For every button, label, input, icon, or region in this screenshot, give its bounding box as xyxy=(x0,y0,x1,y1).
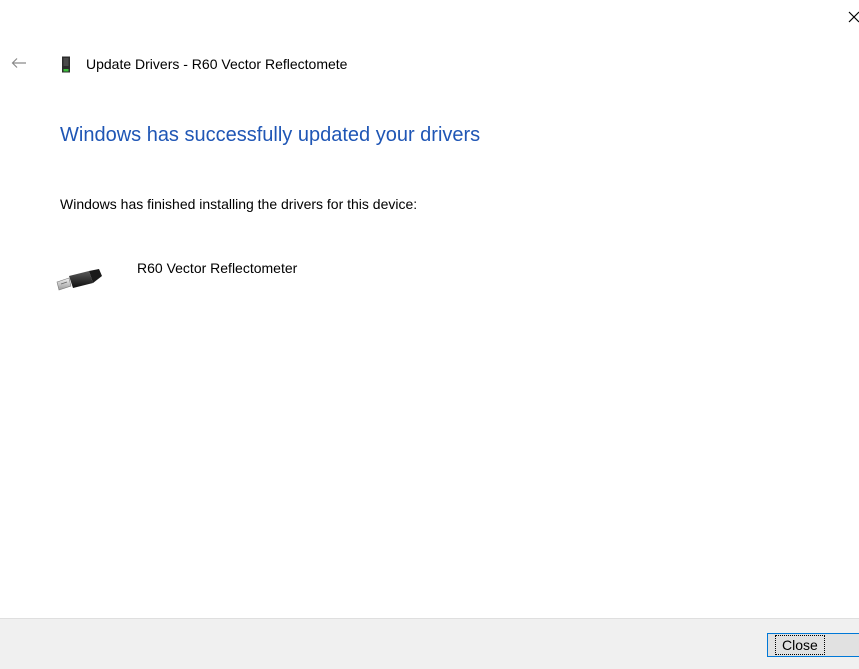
window-close-button[interactable] xyxy=(843,6,859,28)
close-icon xyxy=(848,11,859,23)
usb-plug-icon xyxy=(56,269,102,291)
device-name: R60 Vector Reflectometer xyxy=(137,260,298,276)
description-text: Windows has finished installing the driv… xyxy=(60,196,418,212)
page-title: Windows has successfully updated your dr… xyxy=(60,124,481,146)
back-button[interactable] xyxy=(9,55,29,71)
close-button[interactable]: Close xyxy=(767,633,859,657)
device-manager-icon xyxy=(60,55,72,73)
footer-bar: Close xyxy=(0,618,859,669)
back-arrow-icon xyxy=(11,58,26,68)
close-button-label: Close xyxy=(775,635,825,655)
device-item: R60 Vector Reflectometer xyxy=(55,258,455,298)
window-title: Update Drivers - R60 Vector Reflectomete xyxy=(86,56,348,72)
title-bar: Update Drivers - R60 Vector Reflectomete xyxy=(60,55,347,73)
